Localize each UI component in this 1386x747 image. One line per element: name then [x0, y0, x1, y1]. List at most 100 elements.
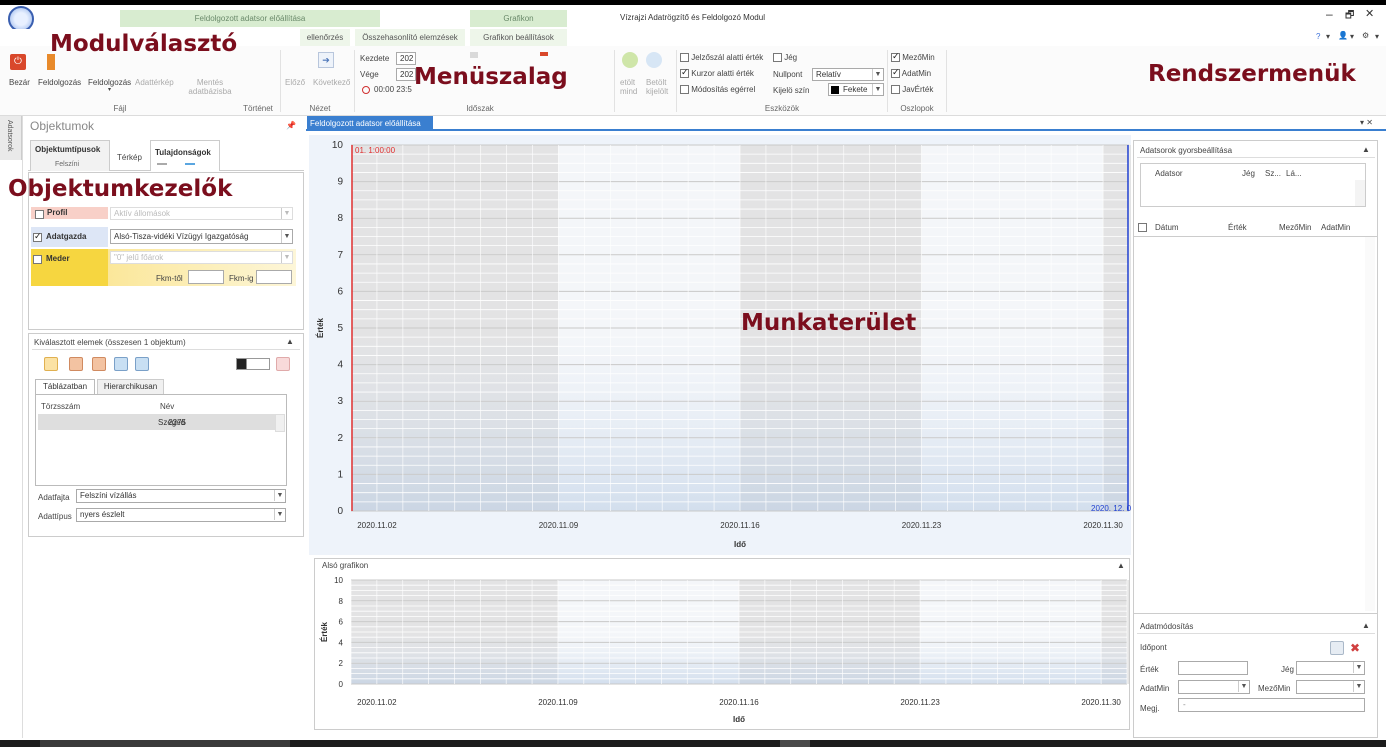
cursor-below-checkbox[interactable]: Kurzor alatti érték	[680, 67, 754, 79]
overlay-workspace: Munkaterület	[741, 310, 917, 336]
column-header-series: Adatsor	[1155, 169, 1183, 178]
chevron-down-icon: ▼	[274, 509, 285, 520]
next-button[interactable]: Következő	[313, 78, 350, 87]
fkm-to-input[interactable]	[256, 270, 292, 284]
overlay-module-selector: Modulválasztó	[50, 31, 238, 57]
tab-label: Objektumtípusok	[35, 145, 101, 154]
close-module-icon[interactable]: ⏻	[10, 54, 26, 70]
filter-owner-checkbox[interactable]	[33, 231, 42, 243]
collapse-icon[interactable]: ▲	[1362, 621, 1370, 630]
load-all-button[interactable]: etölt mind	[620, 78, 644, 96]
tab-options-icon[interactable]: ▾ ✕	[1360, 118, 1373, 127]
doc-tab-processing[interactable]: Feldolgozott adatsor előállítása	[307, 116, 433, 131]
filter-bed-checkbox[interactable]	[33, 254, 42, 265]
datatype-select[interactable]: Felszíni vízállás ▼	[76, 489, 286, 503]
context-tab-processing: Feldolgozott adatsor előállítása	[120, 10, 380, 27]
collapse-icon[interactable]: ▲	[1362, 145, 1370, 154]
y-tick-label: 4	[339, 638, 344, 647]
column-header-la: Lá...	[1286, 169, 1302, 178]
fkm-from-input[interactable]	[188, 270, 224, 284]
select-color-select[interactable]: Fekete ▼	[828, 83, 884, 96]
chevron-down-icon: ▼	[1353, 681, 1364, 692]
table-row[interactable]: 2275 Szeged	[38, 414, 275, 430]
filter-profile-checkbox[interactable]	[35, 209, 44, 220]
help-icon[interactable]: ?	[1316, 32, 1320, 41]
datamin-select[interactable]: ▼	[1178, 680, 1250, 694]
help-dropdown-icon[interactable]: ▾	[1326, 32, 1330, 41]
ribbon-separator	[887, 50, 888, 112]
end-date-field[interactable]: 202	[396, 68, 416, 81]
objects-panel-title: Objektumok	[30, 119, 95, 133]
process-button[interactable]: Feldolgozás	[38, 78, 81, 87]
table-scrollbar[interactable]	[275, 414, 285, 432]
side-tab-data-series[interactable]: Adatsorok	[0, 116, 22, 160]
settings-dropdown-icon[interactable]: ▾	[1375, 32, 1379, 41]
settings-icon[interactable]: ⚙	[1362, 31, 1369, 40]
copy-objects-icon[interactable]	[135, 357, 149, 371]
datamin-column-checkbox[interactable]: AdatMin	[891, 67, 931, 79]
previous-button[interactable]: Előző	[285, 78, 305, 87]
y-tick-label: 7	[337, 250, 343, 261]
tools-group-label: Eszközök	[764, 104, 800, 113]
tab-table-view[interactable]: Táblázatban	[35, 379, 95, 394]
ribbon-tab-chart-settings[interactable]: Grafikon beállítások	[470, 29, 567, 46]
tab-map[interactable]: Térkép	[117, 153, 142, 162]
minimize-button[interactable]: –	[1326, 7, 1333, 21]
data-table-scrollbar[interactable]	[1365, 237, 1375, 611]
start-date-field[interactable]: 202	[396, 52, 416, 65]
user-icon[interactable]: 👤	[1338, 31, 1348, 40]
zero-point-select[interactable]: Relatív ▼	[812, 68, 884, 81]
selected-title-underline	[32, 349, 300, 350]
load-all-icon[interactable]	[622, 52, 638, 68]
period-control-icon[interactable]	[540, 52, 548, 56]
value-input[interactable]	[1178, 661, 1248, 675]
ice-select[interactable]: ▼	[1296, 661, 1365, 675]
y-tick-label: 8	[337, 213, 343, 224]
note-input[interactable]: -	[1178, 698, 1365, 712]
restore-button[interactable]: 🗗	[1345, 8, 1354, 25]
tab-object-types[interactable]: Objektumtípusok Felszíni	[30, 140, 110, 171]
ice-checkbox[interactable]: Jég	[773, 53, 797, 63]
tab-properties[interactable]: Tulajdonságok	[150, 140, 220, 171]
load-selected-icon[interactable]	[646, 52, 662, 68]
chevron-down-icon: ▼	[274, 490, 285, 501]
filter-owner-label: Adatgazda	[46, 232, 87, 241]
filter-icon[interactable]	[44, 357, 58, 371]
user-dropdown-icon[interactable]: ▾	[1350, 32, 1354, 41]
period-control-icon[interactable]	[470, 52, 478, 58]
delete-icon[interactable]: ✖	[1350, 641, 1360, 655]
save-icon[interactable]	[1330, 641, 1344, 655]
fieldmin-column-checkbox[interactable]: MezőMin	[891, 51, 935, 63]
taskbar-item[interactable]	[40, 740, 290, 747]
add-objects-icon[interactable]	[69, 357, 83, 371]
chevron-down-icon: ▼	[281, 252, 292, 263]
zero-point-label: Nullpont	[773, 70, 803, 79]
close-button[interactable]: ✕	[1365, 7, 1374, 20]
below-hair-checkbox[interactable]: Jelzőszál alatti érték	[680, 53, 763, 63]
kind-select[interactable]: nyers észlelt ▼	[76, 508, 286, 522]
taskbar-item[interactable]	[780, 740, 810, 747]
ribbon-tab-compare[interactable]: Összehasonlító elemzések	[355, 29, 465, 46]
corrected-value-column-checkbox[interactable]: JavÉrték	[891, 85, 933, 95]
collapse-icon[interactable]: ▲	[286, 337, 294, 346]
ribbon-separator	[676, 50, 677, 112]
overlay-ribbon: Menüszalag	[414, 64, 568, 90]
remove-objects-icon[interactable]	[92, 357, 106, 371]
load-selected-button[interactable]: Betölt kijelölt	[646, 78, 672, 96]
ribbon-separator	[946, 50, 947, 112]
tab-hierarchy-view[interactable]: Hierarchikusan	[97, 379, 164, 394]
filter-owner-select[interactable]: Alsó-Tisza-vidéki Vízügyi Igazgatóság ▼	[110, 229, 293, 244]
mouse-edit-checkbox[interactable]: Módosítás egérrel	[680, 85, 755, 95]
close-module-button[interactable]: Bezár	[9, 78, 30, 87]
select-all-checkbox[interactable]	[1138, 222, 1147, 233]
move-objects-icon[interactable]	[114, 357, 128, 371]
filter-bed-select: "0" jelű főárok ▼	[110, 251, 293, 264]
ribbon-tab-check[interactable]: ellenőrzés	[300, 29, 350, 46]
next-arrow-icon[interactable]: ➔	[318, 52, 334, 68]
fieldmin-select[interactable]: ▼	[1296, 680, 1365, 694]
collapse-icon[interactable]: ▲	[1117, 561, 1125, 570]
pin-icon[interactable]: 📌	[286, 121, 296, 130]
overlay-system-menus: Rendszermenük	[1148, 61, 1356, 87]
quick-table-scrollbar[interactable]	[1355, 180, 1365, 206]
toggle-switch[interactable]	[236, 358, 270, 370]
